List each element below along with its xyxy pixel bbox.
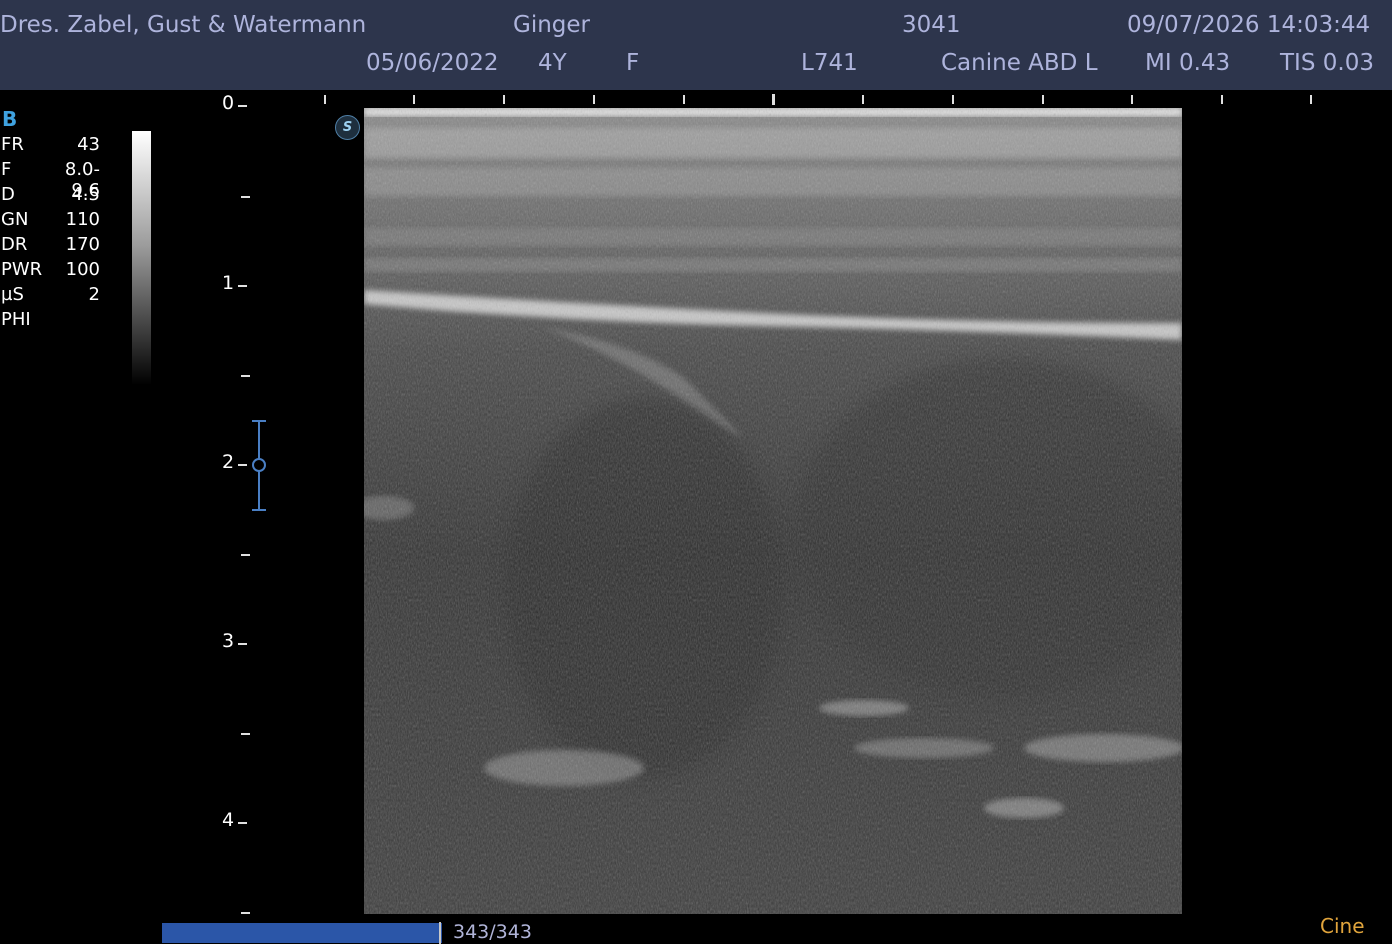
lateral-tick xyxy=(503,95,505,104)
lateral-tick xyxy=(1042,95,1044,104)
patient-id: 3041 xyxy=(902,12,961,38)
ultrasound-image[interactable] xyxy=(364,108,1182,914)
exam-preset: Canine ABD L xyxy=(941,50,1098,76)
birth-date: 05/06/2022 xyxy=(366,50,499,76)
lateral-tick xyxy=(952,95,954,104)
param-value-pwr: 100 xyxy=(65,259,100,280)
depth-tick xyxy=(241,375,250,377)
lateral-tick xyxy=(862,95,864,104)
exam-datetime: 09/07/2026 14:03:44 xyxy=(1127,12,1371,38)
lateral-center-tick xyxy=(772,94,775,105)
lateral-tick xyxy=(413,95,415,104)
focus-marker[interactable] xyxy=(248,420,270,512)
depth-tick xyxy=(238,105,247,107)
depth-label-4: 4 xyxy=(222,809,235,831)
depth-label-0: 0 xyxy=(222,92,235,114)
cine-progress-bar[interactable] xyxy=(162,923,442,943)
cine-frame-counter: 343/343 xyxy=(453,921,532,943)
thermal-index: TIS 0.03 xyxy=(1280,50,1374,76)
param-value-d: 4.5 xyxy=(71,184,100,205)
depth-tick xyxy=(238,643,247,645)
lateral-tick xyxy=(1131,95,1133,104)
depth-label-1: 1 xyxy=(222,272,235,294)
depth-tick xyxy=(238,822,247,824)
depth-tick xyxy=(241,554,250,556)
param-label-d: D xyxy=(1,184,15,205)
lateral-tick xyxy=(593,95,595,104)
depth-tick xyxy=(241,196,250,198)
probe-name: L741 xyxy=(801,50,858,76)
header-bar: Dres. Zabel, Gust & Watermann Ginger 304… xyxy=(0,0,1392,90)
param-label-fr: FR xyxy=(1,134,24,155)
param-value-fr: 43 xyxy=(77,134,100,155)
param-value-us: 2 xyxy=(88,284,100,305)
lateral-tick xyxy=(683,95,685,104)
param-label-f: F xyxy=(1,159,12,180)
param-label-dr: DR xyxy=(1,234,28,255)
param-value-dr: 170 xyxy=(65,234,100,255)
patient-age: 4Y xyxy=(538,50,567,76)
param-label-gn: GN xyxy=(1,209,29,230)
param-label-pwr: PWR xyxy=(1,259,43,280)
depth-label-2: 2 xyxy=(222,451,235,473)
depth-tick xyxy=(238,464,247,466)
param-label-phi: PHI xyxy=(1,309,31,330)
param-value-gn: 110 xyxy=(65,209,100,230)
lateral-tick xyxy=(324,95,326,104)
lateral-tick xyxy=(1221,95,1223,104)
lateral-tick xyxy=(1310,95,1312,104)
ultrasound-scan xyxy=(364,108,1182,914)
depth-label-3: 3 xyxy=(222,630,235,652)
mechanical-index: MI 0.43 xyxy=(1145,50,1231,76)
param-label-us: µS xyxy=(1,284,24,305)
grayscale-bar xyxy=(132,131,151,385)
cine-mode-label: Cine xyxy=(1320,914,1365,938)
imaging-mode-label: B xyxy=(2,107,18,131)
sonoview-s-icon[interactable]: S xyxy=(335,115,360,140)
cine-progress-fill xyxy=(162,923,442,943)
cine-progress-marker[interactable] xyxy=(439,922,441,944)
patient-sex: F xyxy=(626,50,640,76)
patient-name: Ginger xyxy=(513,12,590,38)
depth-tick xyxy=(241,912,250,914)
depth-tick xyxy=(238,285,247,287)
clinic-name: Dres. Zabel, Gust & Watermann xyxy=(0,12,367,38)
depth-tick xyxy=(241,733,250,735)
